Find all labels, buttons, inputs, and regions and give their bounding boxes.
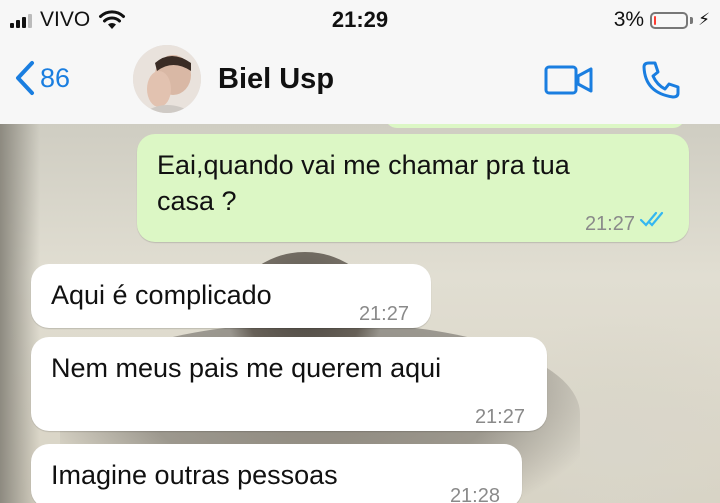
message-text: Nem meus pais me querem aqui <box>51 353 442 383</box>
status-right: 3% ⚡ <box>614 8 710 32</box>
message-line: casa ? <box>157 186 237 216</box>
chevron-left-icon <box>16 61 34 95</box>
video-call-button[interactable] <box>544 65 594 100</box>
voice-call-button[interactable] <box>640 60 682 105</box>
double-check-icon <box>639 211 664 227</box>
chat-header: 86 Biel Usp <box>0 38 720 125</box>
message-text: Aqui é complicado <box>51 280 272 310</box>
avatar[interactable] <box>133 45 201 113</box>
chat-area[interactable]: Eai,quando vai me chamar pra tua casa ? … <box>0 124 720 503</box>
message-time: 21:27 <box>584 213 635 235</box>
message-text: Imagine outras pessoas <box>51 460 338 490</box>
unread-count: 86 <box>40 62 71 93</box>
message-line: Eai,quando vai me chamar pra tua <box>157 150 570 180</box>
video-camera-icon <box>544 65 593 95</box>
message-time: 21:28 <box>449 485 500 503</box>
previous-message-edge <box>385 124 685 128</box>
phone-icon <box>642 61 680 99</box>
battery-level <box>654 15 657 25</box>
battery-percent: 3% <box>613 8 645 31</box>
contact-name[interactable]: Biel Usp <box>218 63 334 96</box>
message-bubble-incoming[interactable]: Aqui é complicado 21:27 <box>31 264 431 328</box>
message-bubble-incoming[interactable]: Nem meus pais me querem aqui 21:27 <box>31 337 547 431</box>
status-time: 21:29 <box>331 7 389 32</box>
message-text: Eai,quando vai me chamar pra tua casa ? <box>157 147 570 219</box>
status-bar: VIVO 21:29 3% ⚡ <box>0 0 720 38</box>
battery-icon <box>650 11 689 29</box>
message-time: 21:27 <box>474 406 525 428</box>
profile-photo <box>133 45 201 113</box>
message-bubble-outgoing[interactable]: Eai,quando vai me chamar pra tua casa ? … <box>137 134 689 242</box>
bolt-icon: ⚡ <box>698 10 710 29</box>
back-button[interactable]: 86 <box>14 60 70 96</box>
message-bubble-incoming[interactable]: Imagine outras pessoas 21:28 <box>31 444 522 503</box>
battery-nub <box>690 16 694 24</box>
message-time: 21:27 <box>358 303 409 325</box>
